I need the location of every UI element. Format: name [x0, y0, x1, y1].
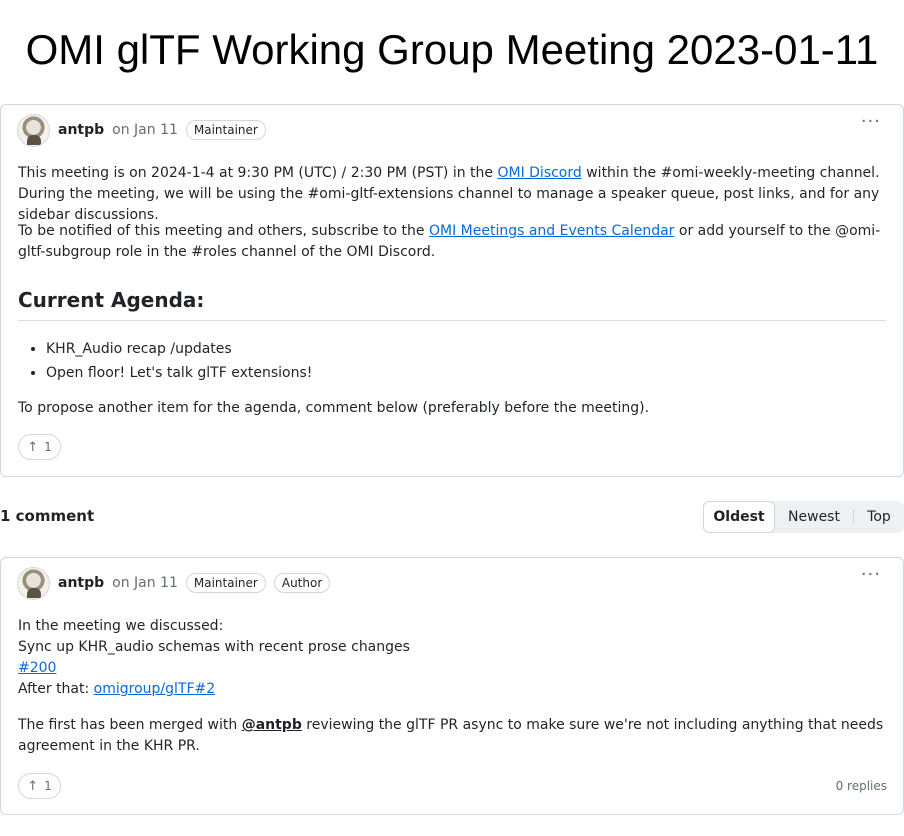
upvote-count: 1: [44, 440, 52, 454]
gltf-pr-link[interactable]: omigroup/glTF#2: [94, 681, 216, 697]
upvote-button[interactable]: ↑ 1: [18, 434, 61, 460]
upvote-button[interactable]: ↑ 1: [18, 773, 61, 799]
comment-date[interactable]: on Jan 11: [112, 575, 178, 591]
post-header: antpb on Jan 11 Maintainer: [17, 113, 266, 147]
discussion-post: antpb on Jan 11 Maintainer ··· This meet…: [0, 104, 904, 477]
calendar-link[interactable]: OMI Meetings and Events Calendar: [429, 223, 674, 239]
post-paragraph-3: To propose another item for the agenda, …: [18, 400, 650, 416]
agenda-heading: Current Agenda:: [18, 288, 886, 321]
sort-top-button[interactable]: Top: [854, 501, 904, 533]
post-date[interactable]: on Jan 11: [112, 122, 178, 138]
sort-toggle: Oldest Newest Top: [703, 501, 904, 533]
list-item: KHR_Audio recap /updates: [46, 337, 312, 361]
user-mention-link[interactable]: @antpb: [242, 717, 302, 733]
upvote-count: 1: [44, 779, 52, 793]
maintainer-badge: Maintainer: [185, 120, 266, 140]
avatar[interactable]: [17, 566, 50, 600]
author-name[interactable]: antpb: [58, 122, 104, 138]
comment: antpb on Jan 11 Maintainer Author ··· In…: [0, 557, 904, 815]
author-badge: Author: [273, 573, 331, 593]
post-paragraph-2: To be notified of this meeting and other…: [18, 223, 881, 260]
arrow-up-icon: ↑: [27, 439, 39, 455]
maintainer-badge: Maintainer: [185, 573, 266, 593]
post-paragraph-1: This meeting is on 2024-1-4 at 9:30 PM (…: [18, 165, 880, 223]
agenda-list: KHR_Audio recap /updates Open floor! Let…: [46, 337, 312, 385]
issue-200-link[interactable]: #200: [18, 660, 56, 676]
avatar[interactable]: [17, 113, 50, 147]
replies-count[interactable]: 0 replies: [836, 779, 887, 793]
comment-header: antpb on Jan 11 Maintainer Author: [17, 566, 331, 600]
page-title: OMI glTF Working Group Meeting 2023-01-1…: [25, 26, 879, 73]
author-name[interactable]: antpb: [58, 575, 104, 591]
sort-newest-button[interactable]: Newest: [775, 501, 853, 533]
comment-body: In the meeting we discussed: Sync up KHR…: [18, 618, 410, 697]
kebab-horizontal-icon[interactable]: ···: [861, 113, 881, 131]
arrow-up-icon: ↑: [27, 778, 39, 794]
omi-discord-link[interactable]: OMI Discord: [497, 165, 581, 181]
comment-count: 1 comment: [0, 507, 95, 525]
sort-oldest-button[interactable]: Oldest: [703, 501, 775, 533]
list-item: Open floor! Let's talk glTF extensions!: [46, 361, 312, 385]
kebab-horizontal-icon[interactable]: ···: [861, 566, 881, 584]
comment-paragraph-2: The first has been merged with @antpb re…: [18, 717, 884, 754]
